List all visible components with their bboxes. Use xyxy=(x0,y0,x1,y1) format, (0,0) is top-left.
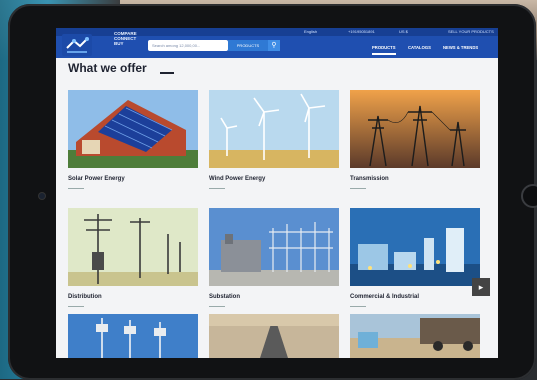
card-underline xyxy=(209,188,225,189)
card-label: Transmission xyxy=(350,176,389,182)
card-underline xyxy=(209,306,225,307)
nav-products[interactable]: PRODUCTS xyxy=(372,45,396,55)
wind-image xyxy=(209,90,339,168)
logo-text: COMPARE CONNECT BUY xyxy=(114,31,137,46)
infrastructure-image xyxy=(209,314,339,358)
nav-news-trends[interactable]: NEWS & TRENDS xyxy=(443,45,478,50)
title-underline xyxy=(160,72,174,74)
substation-image xyxy=(209,208,339,286)
card-label: Distribution xyxy=(68,294,102,300)
card-underline xyxy=(350,306,366,307)
card-underline xyxy=(68,306,84,307)
currency-select[interactable]: US $ xyxy=(399,29,408,34)
camera-icon xyxy=(39,193,45,199)
card-label: Wind Power Energy xyxy=(209,176,266,182)
logo-line-3: BUY xyxy=(114,41,124,46)
solar-image xyxy=(68,90,198,168)
card-label: Commercial & Industrial xyxy=(350,294,420,300)
sell-products-link[interactable]: SELL YOUR PRODUCTS xyxy=(448,29,494,34)
site-header: English +19195051891 US $ SELL YOUR PROD… xyxy=(56,28,498,58)
next-arrow-icon[interactable]: ▸ xyxy=(472,278,490,296)
phone-number[interactable]: +19195051891 xyxy=(348,29,375,34)
home-button[interactable] xyxy=(521,184,537,208)
nav-catalogs[interactable]: CATALOGS xyxy=(408,45,431,50)
commercial-industrial-image xyxy=(350,208,480,286)
card-underline xyxy=(68,188,84,189)
search-category-select[interactable]: PRODUCTS xyxy=(228,40,268,51)
card-label: Substation xyxy=(209,294,240,300)
section-title: What we offer xyxy=(68,61,147,75)
transport-image xyxy=(350,314,480,358)
distribution-image xyxy=(68,208,198,286)
logo-icon[interactable] xyxy=(62,34,92,56)
search-icon[interactable]: ⚲ xyxy=(268,40,280,51)
tablet-screen: English +19195051891 US $ SELL YOUR PROD… xyxy=(56,28,498,358)
transmission-image xyxy=(350,90,480,168)
card-label: Solar Power Energy xyxy=(68,176,125,182)
card-underline xyxy=(350,188,366,189)
search-input[interactable]: Search among 12,000,00... xyxy=(148,40,228,51)
language-select[interactable]: English xyxy=(304,29,317,34)
telecom-image xyxy=(68,314,198,358)
